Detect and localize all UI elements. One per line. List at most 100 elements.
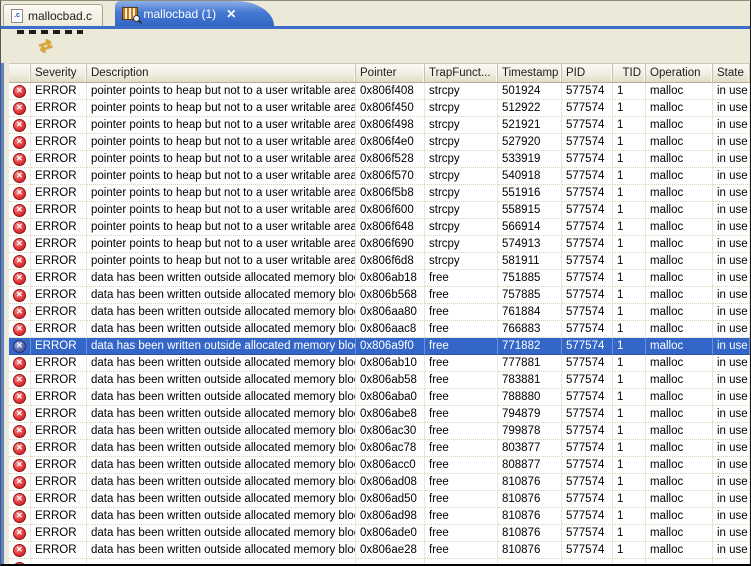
- column-header-pointer[interactable]: Pointer: [356, 64, 425, 82]
- close-icon[interactable]: ✕: [226, 8, 236, 20]
- sync-arrows-icon[interactable]: ⇄: [36, 34, 55, 57]
- table-row[interactable]: ERRORpointer points to heap but not to a…: [9, 185, 750, 202]
- empty-cell: [646, 559, 713, 564]
- pointer-cell: 0x806f498: [356, 117, 425, 134]
- severity-cell: [9, 491, 31, 508]
- table-row[interactable]: ERRORpointer points to heap but not to a…: [9, 236, 750, 253]
- timestamp-cell: 501924: [498, 83, 562, 100]
- column-header-tid[interactable]: TID: [613, 64, 646, 82]
- column-header-pid[interactable]: PID: [562, 64, 613, 82]
- table-row[interactable]: ERRORdata has been written outside alloc…: [9, 491, 750, 508]
- table-row[interactable]: ERRORdata has been written outside alloc…: [9, 508, 750, 525]
- pid-cell: 577574: [562, 202, 613, 219]
- operation-cell: malloc: [646, 406, 713, 423]
- column-header-icon[interactable]: [9, 64, 31, 82]
- pointer-cell: 0x806f600: [356, 202, 425, 219]
- empty-cell: [31, 559, 87, 564]
- table-row[interactable]: ERRORdata has been written outside alloc…: [9, 270, 750, 287]
- tab-mallocbad-c[interactable]: .c mallocbad.c: [3, 4, 103, 26]
- trap-function-cell: free: [425, 542, 498, 559]
- table-row[interactable]: ERRORdata has been written outside alloc…: [9, 321, 750, 338]
- tid-cell: 1: [613, 253, 646, 270]
- table-row[interactable]: ERRORpointer points to heap but not to a…: [9, 168, 750, 185]
- pid-cell: 577574: [562, 151, 613, 168]
- table-row[interactable]: ERRORpointer points to heap but not to a…: [9, 151, 750, 168]
- table-row[interactable]: ERRORpointer points to heap but not to a…: [9, 83, 750, 100]
- table-row[interactable]: ERRORdata has been written outside alloc…: [9, 457, 750, 474]
- operation-cell: malloc: [646, 440, 713, 457]
- table-row[interactable]: ERRORdata has been written outside alloc…: [9, 372, 750, 389]
- timestamp-cell: 751885: [498, 270, 562, 287]
- description-cell: pointer points to heap but not to a user…: [87, 100, 356, 117]
- table-row[interactable]: ERRORdata has been written outside alloc…: [9, 423, 750, 440]
- tid-cell: 1: [613, 83, 646, 100]
- error-icon: [13, 425, 26, 438]
- table-row[interactable]: ERRORpointer points to heap but not to a…: [9, 202, 750, 219]
- empty-cell: [425, 559, 498, 564]
- table-row[interactable]: ERRORdata has been written outside alloc…: [9, 287, 750, 304]
- severity-cell: [9, 525, 31, 542]
- error-icon: [13, 323, 26, 336]
- tid-cell: 1: [613, 525, 646, 542]
- pointer-cell: 0x806f450: [356, 100, 425, 117]
- table-row[interactable]: ERRORdata has been written outside alloc…: [9, 355, 750, 372]
- table-row[interactable]: ERRORdata has been written outside alloc…: [9, 440, 750, 457]
- table-row[interactable]: ERRORdata has been written outside alloc…: [9, 338, 750, 355]
- state-cell: in use: [713, 270, 750, 287]
- timestamp-cell: 777881: [498, 355, 562, 372]
- description-cell: data has been written outside allocated …: [87, 372, 356, 389]
- pid-cell: 577574: [562, 491, 613, 508]
- column-header-severity[interactable]: Severity: [31, 64, 87, 82]
- table-row[interactable]: ERRORpointer points to heap but not to a…: [9, 100, 750, 117]
- table-row[interactable]: ERRORdata has been written outside alloc…: [9, 542, 750, 559]
- severity-cell: ERROR: [31, 491, 87, 508]
- column-header-timestamp[interactable]: Timestamp: [498, 64, 562, 82]
- trap-function-cell: free: [425, 440, 498, 457]
- tid-cell: 1: [613, 338, 646, 355]
- c-file-icon: .c: [11, 9, 23, 23]
- column-header-trapfunct[interactable]: TrapFunct...: [425, 64, 498, 82]
- tid-cell: 1: [613, 287, 646, 304]
- state-cell: in use: [713, 355, 750, 372]
- trap-function-cell: strcpy: [425, 202, 498, 219]
- description-cell: pointer points to heap but not to a user…: [87, 236, 356, 253]
- table-row[interactable]: ERRORpointer points to heap but not to a…: [9, 219, 750, 236]
- pointer-cell: 0x806f528: [356, 151, 425, 168]
- table-row[interactable]: ERRORpointer points to heap but not to a…: [9, 117, 750, 134]
- column-header-state[interactable]: State: [713, 64, 750, 82]
- pid-cell: 577574: [562, 287, 613, 304]
- state-cell: in use: [713, 100, 750, 117]
- state-cell: in use: [713, 525, 750, 542]
- pointer-cell: 0x806ad50: [356, 491, 425, 508]
- table-row[interactable]: ERRORdata has been written outside alloc…: [9, 304, 750, 321]
- trap-function-cell: free: [425, 372, 498, 389]
- error-icon: [13, 102, 26, 115]
- pointer-cell: 0x806ade0: [356, 525, 425, 542]
- severity-cell: [9, 406, 31, 423]
- trap-function-cell: free: [425, 270, 498, 287]
- state-cell: in use: [713, 338, 750, 355]
- table-row[interactable]: ERRORpointer points to heap but not to a…: [9, 134, 750, 151]
- error-icon: [13, 391, 26, 404]
- table-row[interactable]: ERRORdata has been written outside alloc…: [9, 525, 750, 542]
- timestamp-cell: 558915: [498, 202, 562, 219]
- column-header-description[interactable]: Description: [87, 64, 356, 82]
- error-icon: [13, 442, 26, 455]
- description-cell: data has been written outside allocated …: [87, 474, 356, 491]
- error-icon: [13, 374, 26, 387]
- column-header-operation[interactable]: Operation: [646, 64, 713, 82]
- table-row[interactable]: ERRORdata has been written outside alloc…: [9, 406, 750, 423]
- operation-cell: malloc: [646, 304, 713, 321]
- table-row[interactable]: ERRORdata has been written outside alloc…: [9, 389, 750, 406]
- tab-mallocbad-session[interactable]: mallocbad (1) ✕: [115, 1, 242, 26]
- timestamp-cell: 810876: [498, 474, 562, 491]
- table-row[interactable]: ERRORdata has been written outside alloc…: [9, 474, 750, 491]
- operation-cell: malloc: [646, 338, 713, 355]
- severity-cell: ERROR: [31, 525, 87, 542]
- state-cell: in use: [713, 202, 750, 219]
- table-row[interactable]: ERRORpointer points to heap but not to a…: [9, 253, 750, 270]
- pid-cell: 577574: [562, 117, 613, 134]
- table-row-partial[interactable]: [9, 559, 750, 564]
- tid-cell: 1: [613, 406, 646, 423]
- severity-cell: ERROR: [31, 168, 87, 185]
